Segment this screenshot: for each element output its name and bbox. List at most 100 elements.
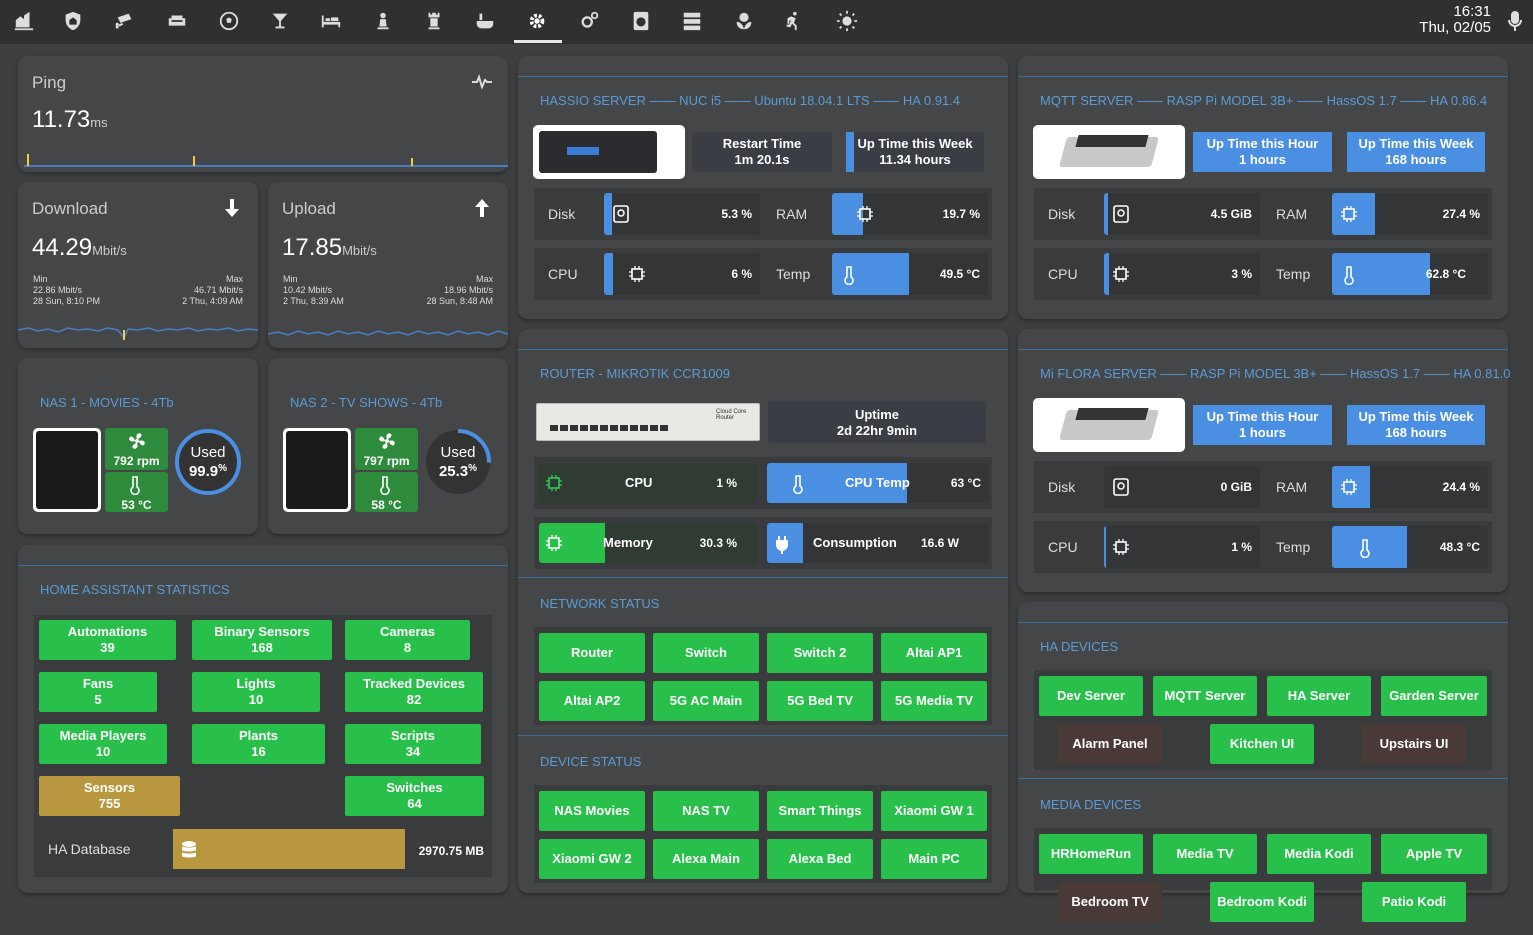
chess-rook-icon[interactable]	[419, 6, 449, 36]
stat-sensors[interactable]: Sensors 755	[39, 776, 180, 816]
device-xiaomi-gw-1[interactable]: Xiaomi GW 1	[881, 791, 987, 831]
device-xiaomi-gw-2[interactable]: Xiaomi GW 2	[539, 839, 645, 879]
media-apple-tv[interactable]: Apple TV	[1381, 834, 1487, 874]
stat-media-players[interactable]: Media Players 10	[39, 724, 167, 764]
mqtt-hour-box: Up Time this Hour 1 hours	[1193, 132, 1332, 172]
network-5g-ac-main[interactable]: 5G AC Main	[653, 681, 759, 721]
chip-icon	[1112, 265, 1130, 283]
flower-icon[interactable]	[729, 6, 759, 36]
thermometer-icon	[1358, 538, 1376, 559]
media-hrhomerun[interactable]: HRHomeRun	[1039, 834, 1143, 874]
microphone-icon[interactable]	[1507, 10, 1523, 37]
stat-value: 10	[248, 692, 264, 707]
ha-device-alarm-panel[interactable]: Alarm Panel	[1058, 724, 1162, 764]
ha-device-garden-server[interactable]: Garden Server	[1381, 676, 1487, 716]
chip-icon	[1340, 478, 1358, 496]
stat-cameras[interactable]: Cameras 8	[345, 620, 470, 660]
uptime-label: Uptime	[854, 407, 900, 422]
device-alexa-bed[interactable]: Alexa Bed	[767, 839, 873, 879]
washing-machine-icon[interactable]	[626, 6, 656, 36]
ha-device-kitchen-ui[interactable]: Kitchen UI	[1210, 724, 1314, 764]
thermometer-icon	[1342, 265, 1360, 286]
min-time: 28 Sun, 8:10 PM	[33, 296, 101, 306]
network-router[interactable]: Router	[539, 633, 645, 673]
ha-device-mqtt-server[interactable]: MQTT Server	[1153, 676, 1257, 716]
stat-switches[interactable]: Switches 64	[345, 776, 484, 816]
divider	[518, 735, 1008, 736]
media-bedroom-tv[interactable]: Bedroom TV	[1058, 882, 1162, 922]
bathtub-icon[interactable]	[470, 6, 500, 36]
uptime-label: Up Time this Week	[857, 136, 973, 151]
server-icon[interactable]	[677, 6, 707, 36]
upload-max: Max 18.96 Mbit/s 28 Sun, 8:48 AM	[426, 274, 493, 307]
router-cputemp-bar: CPU Temp 63 °C	[767, 463, 989, 503]
device-nas-movies[interactable]: NAS Movies	[539, 791, 645, 831]
device-nas-tv[interactable]: NAS TV	[653, 791, 759, 831]
device-smart-things[interactable]: Smart Things	[767, 791, 873, 831]
media-bedroom-kodi[interactable]: Bedroom Kodi	[1210, 882, 1314, 922]
restart-label: Restart Time	[722, 136, 802, 151]
week-value: 168 hours	[1385, 152, 1447, 167]
mqtt-cpu-bar: 3 %	[1104, 253, 1260, 295]
run-icon[interactable]	[778, 6, 808, 36]
ha-device-ha-server[interactable]: HA Server	[1267, 676, 1371, 716]
ha-device-upstairs-ui[interactable]: Upstairs UI	[1362, 724, 1466, 764]
divider	[1018, 76, 1508, 77]
router-cpu-bar: CPU 1 %	[539, 463, 757, 503]
nas2-used-label: Used	[440, 444, 476, 461]
nas1-used-value: 99.9%	[173, 463, 243, 480]
temp-value: 58 °C	[371, 498, 402, 512]
device-alexa-main[interactable]: Alexa Main	[653, 839, 759, 879]
stat-plants[interactable]: Plants 16	[192, 724, 325, 764]
download-max: Max 46.71 Mbit/s 2 Thu, 4:09 AM	[182, 274, 243, 307]
cog-icon[interactable]	[522, 6, 552, 36]
network-5g-media-tv[interactable]: 5G Media TV	[881, 681, 987, 721]
nas-device-image	[283, 428, 351, 512]
ha-statistics-card: HOME ASSISTANT STATISTICS Automations 39 …	[18, 545, 508, 893]
ha-device-dev-server[interactable]: Dev Server	[1039, 676, 1143, 716]
shield-icon[interactable]	[58, 6, 88, 36]
min-time: 2 Thu, 8:39 AM	[283, 296, 344, 306]
stat-tracked-devices[interactable]: Tracked Devices 82	[345, 672, 483, 712]
router-card: ROUTER - MIKROTIK CCR1009 Cloud Core Rou…	[518, 329, 1008, 893]
stat-value: 34	[405, 744, 421, 759]
stat-lights[interactable]: Lights 10	[192, 672, 320, 712]
ha-database-label: HA Database	[48, 841, 131, 857]
ha-stats-title: HOME ASSISTANT STATISTICS	[40, 582, 230, 597]
network-switch[interactable]: Switch	[653, 633, 759, 673]
network-switch-2[interactable]: Switch 2	[767, 633, 873, 673]
stat-binary-sensors[interactable]: Binary Sensors 168	[192, 620, 332, 660]
ping-label: Ping	[32, 73, 67, 92]
router-device-image: Cloud Core Router	[536, 399, 760, 445]
hassio-uptime-box: Up Time this Week 11.34 hours	[846, 132, 984, 172]
stat-value: 8	[403, 640, 412, 655]
sofa-icon[interactable]	[162, 6, 192, 36]
network-altai-ap1[interactable]: Altai AP1	[881, 633, 987, 673]
stat-label: Sensors	[83, 780, 136, 795]
stat-fans[interactable]: Fans 5	[39, 672, 157, 712]
network-5g-bed-tv[interactable]: 5G Bed TV	[767, 681, 873, 721]
disk-value: 5.3 %	[721, 207, 752, 221]
home-icon[interactable]	[9, 6, 39, 36]
cocktail-icon[interactable]	[265, 6, 295, 36]
device-main-pc[interactable]: Main PC	[881, 839, 987, 879]
min-label: Min	[33, 274, 48, 284]
hassio-disk-bar: 5.3 %	[604, 193, 760, 235]
sun-icon[interactable]	[832, 6, 862, 36]
media-patio-kodi[interactable]: Patio Kodi	[1362, 882, 1466, 922]
cpu-value: 6 %	[731, 267, 752, 281]
cctv-icon[interactable]	[110, 6, 140, 36]
upload-number: 17.85	[282, 234, 343, 261]
stat-automations[interactable]: Automations 39	[39, 620, 176, 660]
soccer-icon[interactable]	[214, 6, 244, 36]
cogs-icon[interactable]	[575, 6, 605, 36]
bed-icon[interactable]	[316, 6, 346, 36]
network-altai-ap2[interactable]: Altai AP2	[539, 681, 645, 721]
mqtt-server-card: MQTT SERVER —— RASP Pi MODEL 3B+ —— Hass…	[1018, 56, 1508, 319]
ha-database-value: 2970.75 MB	[418, 844, 484, 858]
stat-scripts[interactable]: Scripts 34	[345, 724, 481, 764]
chess-pawn-icon[interactable]	[368, 6, 398, 36]
cpu-fill	[1104, 526, 1106, 568]
media-media-kodi[interactable]: Media Kodi	[1267, 834, 1371, 874]
media-media-tv[interactable]: Media TV	[1153, 834, 1257, 874]
